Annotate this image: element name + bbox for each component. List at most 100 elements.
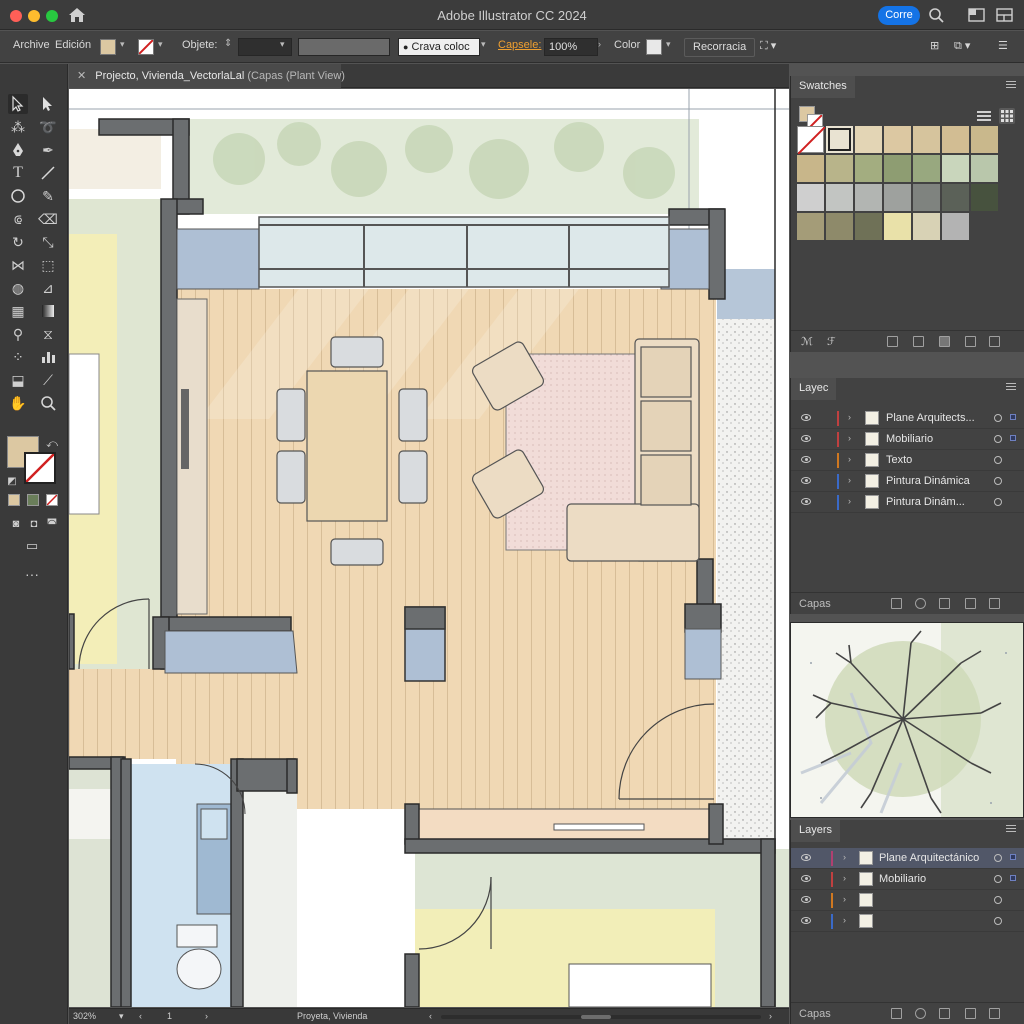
pencil-tool-icon[interactable]: ✎ [38,186,58,206]
scroll-left-icon[interactable]: ‹ [429,1011,432,1021]
chevron-right-icon[interactable]: › [843,894,846,904]
rotate-tool-icon[interactable]: ↻ [8,232,28,252]
perspective-grid-tool-icon[interactable]: ⊿ [38,278,58,298]
search-icon[interactable] [928,7,945,23]
opacity-label[interactable]: Capsele: [498,39,541,51]
screen-mode-icon[interactable]: ▭ [22,536,42,556]
layer-row[interactable]: › Plane Arquitects... [791,408,1024,429]
chevron-right-icon[interactable]: › [848,475,851,485]
visibility-eye-icon[interactable] [801,456,811,463]
color-swatch[interactable] [913,155,940,182]
variable-width-field[interactable] [298,38,390,56]
chevron-down-icon[interactable]: ▾ [119,1011,124,1022]
target-icon[interactable] [994,414,1002,422]
panel-menu-icon[interactable] [1006,81,1016,91]
clipping-mask-icon[interactable] [939,1008,950,1019]
chevron-down-icon[interactable]: ▾ [666,39,671,50]
new-layer-icon[interactable] [965,598,976,609]
draw-inside-icon[interactable]: ◚ [42,514,62,534]
artboard-prev-icon[interactable]: ‹ [139,1011,142,1021]
layer-row[interactable]: › Pintura Dinámica [791,471,1024,492]
scroll-right-icon[interactable]: › [769,1011,772,1021]
color-swatch[interactable] [797,126,826,155]
color-swatch[interactable] [826,213,853,240]
fill-swatch[interactable] [100,39,116,55]
panel-menu-icon[interactable]: ☰ [998,39,1008,52]
color-swatch[interactable] [942,155,969,182]
color-swatch[interactable] [797,213,824,240]
draw-normal-icon[interactable]: ◙ [6,514,26,534]
close-icon[interactable]: ✕ [77,70,86,82]
collect-export-icon[interactable] [891,598,902,609]
stroke-swatch[interactable] [138,39,154,55]
color-swatch[interactable] [646,39,662,55]
new-swatch-icon[interactable] [965,336,976,347]
collect-export-icon[interactable] [891,1008,902,1019]
selection-indicator-icon[interactable] [1010,854,1016,860]
zoom-tool-icon[interactable] [38,393,58,413]
document-tab[interactable]: ✕ Projecto, Vivienda_VectorlaLal (Capas … [69,64,345,88]
color-swatch[interactable] [971,126,998,153]
visibility-eye-icon[interactable] [801,917,811,924]
target-icon[interactable] [994,498,1002,506]
chevron-right-icon[interactable]: › [848,496,851,506]
color-swatch[interactable] [884,126,911,153]
color-swatch[interactable] [942,184,969,211]
visibility-eye-icon[interactable] [801,896,811,903]
folder-icon[interactable] [939,336,950,347]
draw-behind-icon[interactable]: ◘ [24,514,44,534]
color-swatch[interactable] [826,155,853,182]
target-icon[interactable] [994,896,1002,904]
layer-row[interactable]: › Mobiliario [791,869,1024,890]
layer-row[interactable]: › Texto [791,450,1024,471]
chevron-down-icon[interactable]: ▾ [481,39,486,50]
clipping-mask-icon[interactable] [939,598,950,609]
color-swatch[interactable] [884,155,911,182]
lasso-tool-icon[interactable]: ➰ [38,117,58,137]
hand-tool-icon[interactable]: ✋ [8,393,28,413]
selection-tool-icon[interactable] [8,94,28,114]
magic-wand-tool-icon[interactable]: ⁂ [8,117,28,137]
shaper-tool-icon[interactable]: ⟃ [8,209,28,229]
layer-name[interactable]: Plane Arquitectánico [879,852,979,864]
layer-row[interactable]: › [791,890,1024,911]
menu-archive[interactable]: Archive [13,39,50,51]
color-swatch[interactable] [913,184,940,211]
color-swatch[interactable] [942,213,969,240]
chevron-right-icon[interactable]: › [848,433,851,443]
layer-row[interactable]: › Mobiliario [791,429,1024,450]
target-icon[interactable] [994,477,1002,485]
target-icon[interactable] [994,435,1002,443]
swatch-kind-icon[interactable]: ℱ [827,335,836,348]
color-swatch[interactable] [913,213,940,240]
chevron-right-icon[interactable]: › [848,412,851,422]
more-tools-icon[interactable]: ··· [22,564,42,584]
chevron-right-icon[interactable]: › [598,39,601,49]
stroke-color-indicator[interactable] [24,452,56,484]
share-button[interactable]: Corre [878,6,920,25]
list-view-icon[interactable] [977,110,991,122]
artboard-number[interactable]: 1 [167,1011,172,1021]
visibility-eye-icon[interactable] [801,875,811,882]
color-mode-icon[interactable] [8,494,20,506]
color-swatch[interactable] [942,126,969,153]
line-tool-icon[interactable] [38,163,58,183]
selection-indicator-icon[interactable] [1010,875,1016,881]
color-swatch[interactable] [884,184,911,211]
selection-indicator-icon[interactable] [1010,414,1016,420]
color-swatch[interactable] [855,213,882,240]
symbol-sprayer-tool-icon[interactable]: ⁘ [8,347,28,367]
visibility-eye-icon[interactable] [801,854,811,861]
visibility-eye-icon[interactable] [801,414,811,421]
chevron-down-icon[interactable]: ▾ [280,39,285,50]
layer-name[interactable]: Pintura Dinám... [886,496,965,508]
recolor-button[interactable]: Recorracia [684,38,756,57]
artboard-canvas[interactable] [69,89,789,1007]
new-color-group-icon[interactable] [913,336,924,347]
layers-panel-tab[interactable]: Layec [791,378,837,400]
brush-field[interactable]: ● Crava coloc [398,38,480,56]
trash-icon[interactable] [989,336,1000,347]
scrollbar-thumb[interactable] [581,1015,611,1019]
transform-icon[interactable]: ⧉ ▾ [954,39,970,53]
color-swatch[interactable] [855,184,882,211]
